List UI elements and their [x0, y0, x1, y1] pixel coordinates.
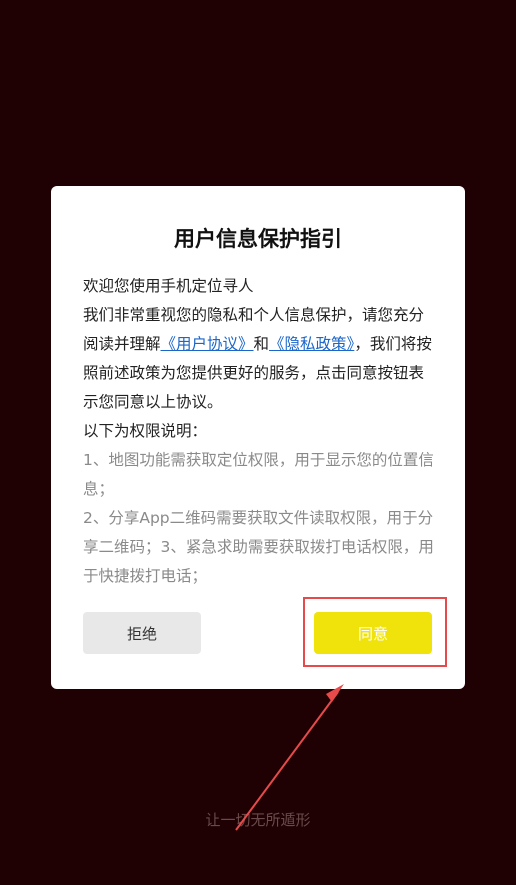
- dialog-body: 欢迎您使用手机定位寻人 我们非常重视您的隐私和个人信息保护，请您充分阅读并理解《…: [83, 272, 435, 591]
- agree-button[interactable]: 同意: [314, 612, 432, 654]
- user-agreement-link[interactable]: 《用户协议》: [161, 335, 254, 353]
- intro-text: 欢迎您使用手机定位寻人: [83, 277, 254, 295]
- policy-paragraph: 我们非常重视您的隐私和个人信息保护，请您充分阅读并理解《用户协议》和《隐私政策》…: [83, 301, 435, 417]
- reject-button[interactable]: 拒绝: [83, 612, 201, 654]
- app-slogan: 让一切无所遁形: [205, 811, 311, 829]
- and-text: 和: [253, 335, 270, 353]
- privacy-dialog: 用户信息保护指引 欢迎您使用手机定位寻人 我们非常重视您的隐私和个人信息保护，请…: [51, 186, 465, 689]
- permission-location: 1、地图功能需获取定位权限，用于显示您的位置信息；: [83, 451, 434, 498]
- privacy-policy-link[interactable]: 《隐私政策》: [269, 335, 354, 353]
- permissions-heading: 以下为权限说明：: [83, 422, 208, 440]
- permission-file-phone: 2、分享App二维码需要获取文件读取权限，用于分享二维码；3、紧急求助需要获取拨…: [83, 509, 434, 585]
- dialog-title: 用户信息保护指引: [174, 227, 342, 251]
